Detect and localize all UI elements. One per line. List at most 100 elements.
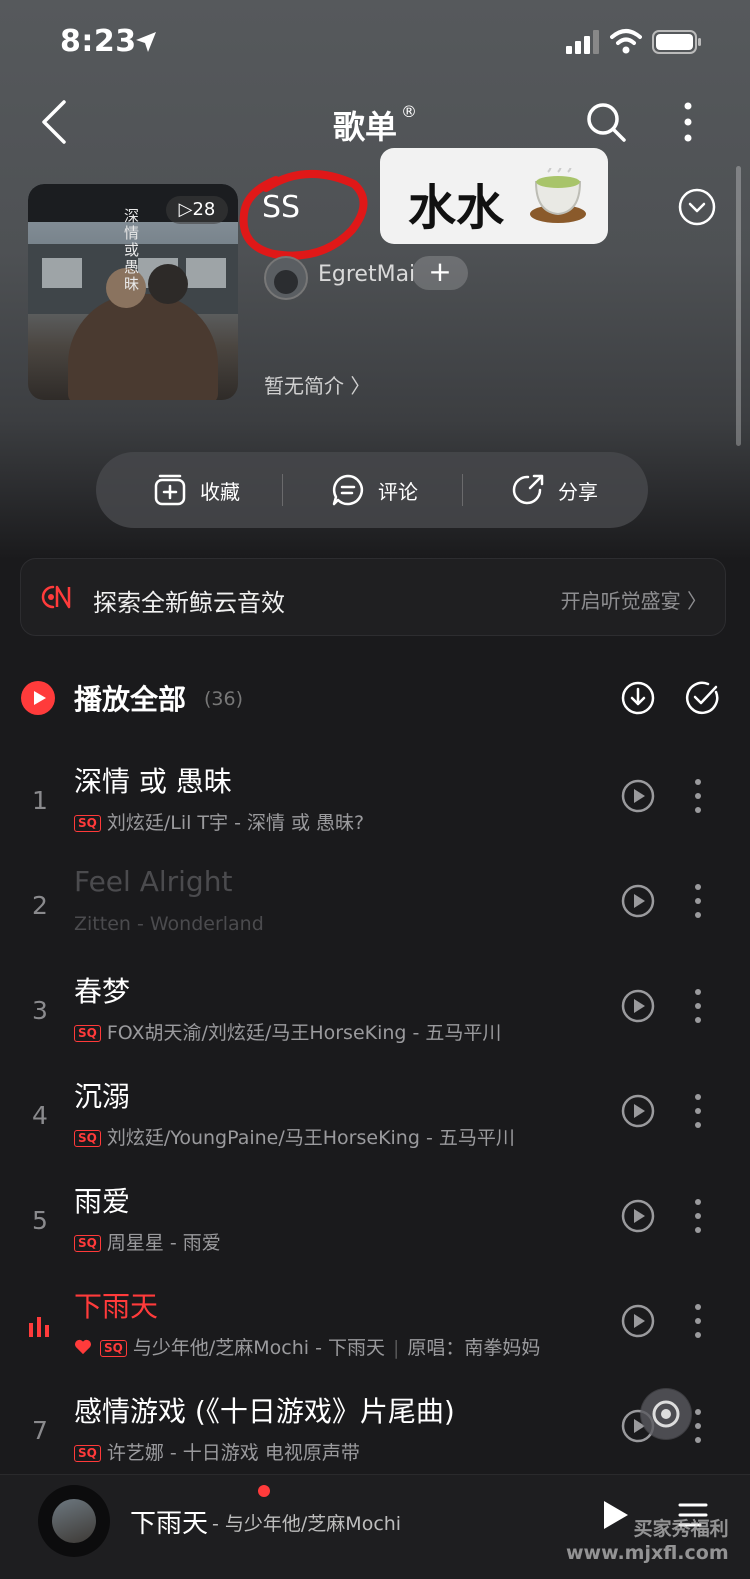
song-row-now-playing[interactable]: 下雨天 SQ 与少年他/芝麻Mochi - 下雨天 | 原唱：南拳妈妈: [0, 1285, 750, 1389]
song-more-icon[interactable]: [692, 881, 704, 921]
comment-icon: [332, 474, 364, 506]
promo-text: 探索全新鲸云音效: [93, 589, 285, 617]
scrollbar[interactable]: [736, 166, 741, 446]
video-play-icon[interactable]: [620, 778, 656, 814]
follow-button[interactable]: +: [412, 256, 468, 290]
song-more-icon[interactable]: [692, 1196, 704, 1236]
mini-player-title: 下雨天: [130, 1509, 209, 1539]
mini-player-album-disc[interactable]: [38, 1485, 110, 1557]
sq-badge: SQ: [100, 1340, 127, 1357]
mini-player[interactable]: 下雨天 - 与少年他/芝麻Mochi 买家秀福利 www.mjxfl.com: [0, 1474, 750, 1579]
song-more-icon[interactable]: [692, 1406, 704, 1446]
song-meta: Zitten - Wonderland: [74, 913, 264, 935]
watermark-line1: 买家秀福利: [633, 1518, 729, 1540]
watermark-line2: www.mjxfl.com: [566, 1542, 729, 1564]
floating-assistive-touch-icon[interactable]: [640, 1388, 692, 1440]
video-play-icon[interactable]: [620, 883, 656, 919]
video-play-icon[interactable]: [620, 1198, 656, 1234]
song-artist-album: 与少年他/芝麻Mochi - 下雨天: [132, 1337, 385, 1359]
more-options-icon[interactable]: [676, 100, 700, 144]
song-row[interactable]: 5 雨爱 SQ 周星星 - 雨爱: [0, 1180, 750, 1284]
cover-art-cat: [148, 264, 188, 304]
song-title: 雨爱: [74, 1185, 131, 1218]
owner-name[interactable]: EgretMai: [318, 262, 415, 287]
video-play-icon[interactable]: [620, 1093, 656, 1129]
multi-select-icon[interactable]: [684, 680, 720, 716]
location-arrow-icon: [136, 32, 156, 52]
play-all-button[interactable]: 播放全部: [74, 678, 186, 718]
sticker-text: 水水: [408, 180, 505, 236]
text-sticker: 水水: [380, 148, 608, 244]
song-meta: SQ 刘炫廷/Lil T宇 - 深情 或 愚昧?: [74, 808, 364, 835]
song-more-icon[interactable]: [692, 986, 704, 1026]
description-link[interactable]: 暂无简介 〉: [264, 370, 370, 399]
teacup-emoji-icon: [530, 168, 586, 223]
sq-badge: SQ: [74, 1235, 101, 1252]
song-meta: SQ FOX胡天渝/刘炫廷/马王HorseKing - 五马平川: [74, 1018, 501, 1045]
song-row[interactable]: 3 春梦 SQ FOX胡天渝/刘炫廷/马王HorseKing - 五马平川: [0, 970, 750, 1074]
song-more-icon[interactable]: [692, 776, 704, 816]
collect-button[interactable]: 收藏: [152, 452, 240, 528]
wifi-icon: [610, 29, 642, 54]
video-play-icon[interactable]: [620, 988, 656, 1024]
song-meta: SQ 刘炫廷/YoungPaine/马王HorseKing - 五马平川: [74, 1123, 515, 1150]
collect-icon: [154, 474, 186, 506]
top-nav-bar: 歌单 ®: [0, 90, 750, 154]
song-artist-album: 刘炫廷/Lil T宇 - 深情 或 愚昧?: [106, 812, 365, 834]
sound-effect-promo-banner[interactable]: 探索全新鲸云音效 开启听觉盛宴 〉: [20, 558, 726, 636]
sq-badge: SQ: [74, 1025, 101, 1042]
play-count-badge: ▷28: [166, 196, 228, 224]
liked-heart-icon: [75, 1339, 91, 1355]
registered-mark: ®: [401, 102, 417, 121]
song-meta: SQ 周星星 - 雨爱: [74, 1228, 221, 1255]
song-row[interactable]: 4 沉溺 SQ 刘炫廷/YoungPaine/马王HorseKing - 五马平川: [0, 1075, 750, 1179]
sound-effect-icon: [41, 585, 71, 609]
search-icon[interactable]: [584, 100, 628, 144]
owner-avatar[interactable]: [264, 256, 308, 300]
share-button[interactable]: 分享: [510, 452, 598, 528]
song-meta: SQ 许艺娜 - 十日游戏 电视原声带: [74, 1438, 360, 1465]
status-bar: 8:23: [0, 0, 750, 88]
download-icon[interactable]: [620, 680, 656, 716]
playlist-action-bar: 收藏 评论 分享: [96, 452, 648, 528]
mini-player-artist: - 与少年他/芝麻Mochi: [212, 1513, 402, 1535]
now-playing-equalizer-icon: [29, 1317, 49, 1337]
cover-title-text: 深情或愚昧: [124, 207, 140, 293]
comment-button[interactable]: 评论: [330, 452, 418, 528]
song-index: 4: [32, 1101, 48, 1130]
song-title: 深情 或 愚昧: [74, 765, 232, 798]
song-title: 感情游戏 (《十日游戏》片尾曲): [74, 1395, 455, 1428]
song-meta: SQ 与少年他/芝麻Mochi - 下雨天 | 原唱：南拳妈妈: [74, 1333, 540, 1360]
red-scribble-circle: [239, 170, 368, 260]
cover-art-window: [186, 258, 226, 288]
share-label: 分享: [558, 479, 598, 504]
song-row-unavailable[interactable]: 2 Feel Alright Zitten - Wonderland: [0, 865, 750, 969]
collect-label: 收藏: [200, 479, 240, 504]
song-artist-album: 许艺娜 - 十日游戏 电视原声带: [106, 1442, 360, 1464]
cellular-signal-icon: [566, 30, 599, 54]
promo-cta-link[interactable]: 开启听觉盛宴 〉: [561, 585, 707, 614]
play-all-row: 播放全部 (36): [0, 664, 750, 732]
page-title-text: 歌单: [332, 108, 397, 146]
meta-separator: |: [392, 1337, 400, 1359]
status-time: 8:23: [60, 24, 137, 59]
page-title: 歌单 ®: [0, 102, 750, 148]
song-index: 7: [32, 1416, 48, 1445]
song-more-icon[interactable]: [692, 1091, 704, 1131]
expand-chevron-icon[interactable]: [678, 188, 716, 226]
song-artist-album: Zitten - Wonderland: [74, 913, 264, 935]
video-play-icon[interactable]: [620, 1303, 656, 1339]
song-title: Feel Alright: [74, 865, 233, 898]
battery-icon: [652, 30, 701, 54]
divider: [282, 474, 283, 506]
song-artist-album: FOX胡天渝/刘炫廷/马王HorseKing - 五马平川: [106, 1022, 502, 1044]
song-count: (36): [204, 688, 244, 710]
divider: [462, 474, 463, 506]
song-artist-album: 周星星 - 雨爱: [106, 1232, 221, 1254]
cover-art-window: [42, 258, 82, 288]
song-artist-album: 刘炫廷/YoungPaine/马王HorseKing - 五马平川: [106, 1127, 515, 1149]
song-index: 5: [32, 1206, 48, 1235]
song-row[interactable]: 1 深情 或 愚昧 SQ 刘炫廷/Lil T宇 - 深情 或 愚昧?: [0, 760, 750, 864]
play-all-icon[interactable]: [20, 680, 56, 716]
song-more-icon[interactable]: [692, 1301, 704, 1341]
